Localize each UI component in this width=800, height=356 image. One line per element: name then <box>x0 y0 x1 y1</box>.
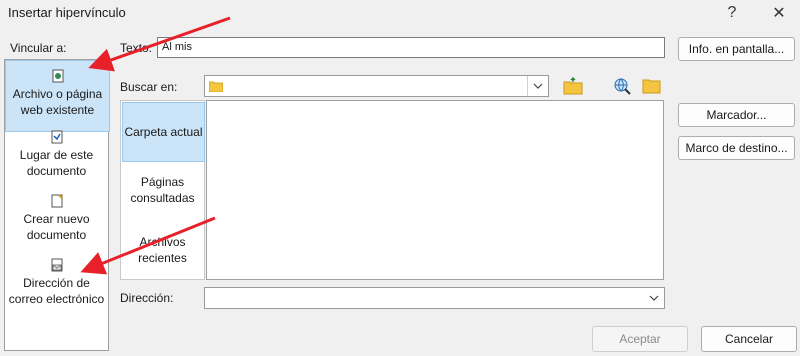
link-to-label: Vincular a: <box>10 41 67 55</box>
new-document-icon <box>51 194 63 208</box>
globe-search-icon <box>614 78 631 95</box>
link-type-label: Crear nuevo <box>23 212 90 226</box>
link-type-label: documento <box>26 228 87 242</box>
up-one-folder-button[interactable] <box>561 74 585 98</box>
help-button[interactable]: ? <box>717 0 747 26</box>
folder-open-icon <box>642 79 661 94</box>
link-type-label: Archivo o página <box>12 87 103 101</box>
look-in-dropdown[interactable] <box>204 75 549 97</box>
link-type-label: web existente <box>20 103 95 117</box>
link-to-panel: Archivo o página web existente Lugar de … <box>4 59 110 351</box>
screentip-button[interactable]: Info. en pantalla... <box>678 37 795 61</box>
address-dropdown-button[interactable] <box>644 288 664 308</box>
link-type-label: documento <box>26 164 87 178</box>
ok-button[interactable]: Aceptar <box>592 326 688 352</box>
place-recent-files[interactable]: Archivos recientes <box>122 221 203 279</box>
look-in-label: Buscar en: <box>120 80 178 94</box>
chevron-down-icon <box>533 83 543 89</box>
folder-icon <box>209 81 223 92</box>
place-current-folder[interactable]: Carpeta actual <box>122 102 205 162</box>
dialog-title: Insertar hipervínculo <box>8 5 126 20</box>
link-type-new-document[interactable]: Crear nuevo documento <box>5 194 108 250</box>
link-type-existing-file[interactable]: Archivo o página web existente <box>5 60 110 132</box>
place-label: recientes <box>138 251 187 265</box>
text-to-display-label: Texto: <box>120 41 153 55</box>
place-label: consultadas <box>130 191 195 205</box>
link-type-label: Lugar de este <box>19 148 94 162</box>
web-page-icon <box>52 69 63 83</box>
place-label: Páginas <box>140 175 185 189</box>
browse-file-button[interactable] <box>640 74 664 98</box>
link-type-label: correo electrónico <box>8 292 105 306</box>
cancel-button[interactable]: Cancelar <box>701 326 797 352</box>
document-place-icon <box>51 130 62 144</box>
target-frame-button[interactable]: Marco de destino... <box>678 136 795 160</box>
chevron-down-icon <box>649 295 659 301</box>
look-in-dropdown-button[interactable] <box>527 76 548 96</box>
email-icon <box>51 258 62 272</box>
browse-web-button[interactable] <box>610 74 634 98</box>
address-field[interactable] <box>204 287 665 309</box>
address-label: Dirección: <box>120 291 174 305</box>
place-label: Archivos <box>139 235 186 249</box>
link-type-email[interactable]: Dirección de correo electrónico <box>5 258 108 314</box>
folder-up-icon <box>563 77 583 95</box>
link-type-place-in-document[interactable]: Lugar de este documento <box>5 130 108 186</box>
text-to-display-value: Al mis <box>162 41 192 53</box>
link-type-label: Dirección de <box>23 276 90 290</box>
place-label: Carpeta actual <box>124 125 203 139</box>
close-button[interactable]: ✕ <box>764 0 794 26</box>
file-list[interactable] <box>206 100 664 280</box>
text-to-display-field[interactable]: Al mis <box>157 37 665 58</box>
place-browsed-pages[interactable]: Páginas consultadas <box>122 161 203 219</box>
places-bar: Carpeta actual Páginas consultadas Archi… <box>120 100 205 280</box>
bookmark-button[interactable]: Marcador... <box>678 103 795 127</box>
